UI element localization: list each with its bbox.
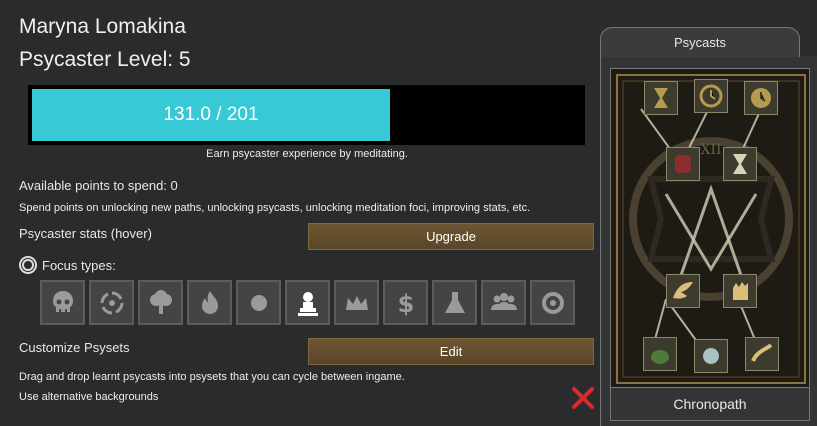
- clock-icon: [751, 88, 771, 108]
- vortex-icon: [100, 291, 123, 314]
- xp-bar: 131.0 / 201: [28, 85, 585, 145]
- crown-icon: [345, 295, 368, 310]
- psycasts-tab[interactable]: Psycasts: [600, 27, 800, 57]
- psysets-description: Drag and drop learnt psycasts into psyse…: [19, 371, 405, 383]
- hand-icon: [733, 282, 748, 300]
- alt-backgrounds-label[interactable]: Use alternative backgrounds: [19, 391, 158, 403]
- psycast-node[interactable]: [694, 339, 728, 373]
- focus-crown-button[interactable]: [334, 280, 379, 325]
- orb-icon: [703, 348, 719, 364]
- flame-icon: [201, 290, 218, 314]
- psycast-node[interactable]: [666, 274, 700, 308]
- path-name: Chronopath: [610, 388, 810, 421]
- orb-icon: [250, 294, 267, 311]
- people-icon: [490, 292, 517, 310]
- skull-icon: [52, 290, 73, 312]
- ring-icon: [541, 291, 564, 314]
- psycast-node[interactable]: [745, 337, 779, 371]
- focus-vortex-button[interactable]: [89, 280, 134, 325]
- pawn-name: Maryna Lomakina: [19, 15, 186, 38]
- clock-icon: [699, 84, 723, 108]
- hourglass-icon: [733, 154, 747, 174]
- xp-bar-text: 131.0 / 201: [163, 104, 259, 125]
- upgrade-button[interactable]: Upgrade: [308, 223, 594, 250]
- focus-types-label: Focus types:: [42, 257, 116, 273]
- hourglass-icon: [654, 88, 668, 108]
- psycast-node[interactable]: [694, 79, 728, 113]
- flask-icon: [444, 291, 465, 313]
- wing-icon: [673, 282, 693, 299]
- psycast-node[interactable]: [644, 81, 678, 115]
- bust-icon: [297, 291, 318, 316]
- psycast-node[interactable]: [723, 274, 757, 308]
- focus-types-heading: Focus types:: [19, 256, 116, 274]
- barrel-icon: [675, 155, 691, 173]
- psycast-node[interactable]: [643, 337, 677, 371]
- xp-hint: Earn psycaster experience by meditating.: [206, 148, 408, 160]
- spiral-icon: [751, 343, 773, 362]
- psycaster-level: Psycaster Level: 5: [19, 48, 191, 71]
- focus-people-button[interactable]: [481, 280, 526, 325]
- psycast-node[interactable]: [723, 147, 757, 181]
- close-icon[interactable]: [571, 386, 595, 410]
- edit-psysets-button[interactable]: Edit: [308, 338, 594, 365]
- focus-flask-button[interactable]: [432, 280, 477, 325]
- psycast-node[interactable]: [666, 147, 700, 181]
- psycast-node[interactable]: [744, 81, 778, 115]
- focus-tree-button[interactable]: [138, 280, 183, 325]
- dollar-icon: $: [397, 290, 414, 318]
- svg-text:$: $: [397, 290, 414, 318]
- points-description: Spend points on unlocking new paths, unl…: [19, 202, 531, 214]
- available-points: Available points to spend: 0: [19, 178, 178, 193]
- focus-bust-button[interactable]: [285, 280, 330, 325]
- psycast-tree: XII: [610, 68, 810, 388]
- focus-skull-button[interactable]: [40, 280, 85, 325]
- focus-ring-button[interactable]: [530, 280, 575, 325]
- focus-dollar-button[interactable]: $: [383, 280, 428, 325]
- focus-flame-button[interactable]: [187, 280, 232, 325]
- focus-ring-icon: [19, 256, 37, 274]
- svg-text:XII: XII: [700, 142, 721, 158]
- psycaster-stats-label[interactable]: Psycaster stats (hover): [19, 226, 152, 241]
- tree-icon: [149, 289, 172, 314]
- focus-orb-button[interactable]: [236, 280, 281, 325]
- pot-icon: [651, 350, 669, 364]
- customize-psysets-label: Customize Psysets: [19, 340, 130, 355]
- focus-type-list: $: [40, 280, 575, 325]
